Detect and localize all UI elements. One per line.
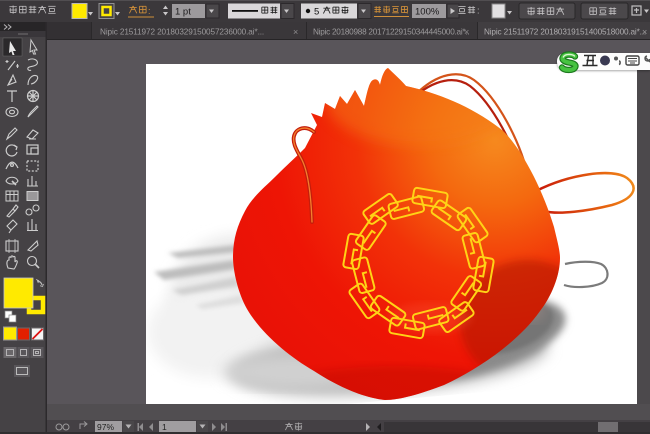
svg-text:Nipic 21511972 201803291500572: Nipic 21511972 20180329150057236000.ai*.… bbox=[100, 28, 264, 37]
svg-text:×: × bbox=[293, 27, 298, 37]
svg-text:Nipic 20180988 201712291503444: Nipic 20180988 20171229150344445000.ai*.… bbox=[313, 28, 469, 37]
svg-text::: : bbox=[477, 6, 480, 16]
svg-text:1: 1 bbox=[162, 422, 167, 432]
svg-text:×: × bbox=[464, 27, 469, 37]
svg-text:100%: 100% bbox=[415, 7, 440, 18]
svg-text:Nipic 21511972 201803191514005: Nipic 21511972 20180319151400518000.ai*.… bbox=[484, 28, 646, 37]
svg-text:5: 5 bbox=[314, 7, 319, 18]
svg-text:×: × bbox=[642, 27, 647, 37]
svg-text:97%: 97% bbox=[97, 422, 114, 432]
svg-text:1 pt: 1 pt bbox=[175, 7, 191, 18]
svg-text::: : bbox=[148, 6, 151, 16]
svg-text::: : bbox=[406, 6, 409, 16]
